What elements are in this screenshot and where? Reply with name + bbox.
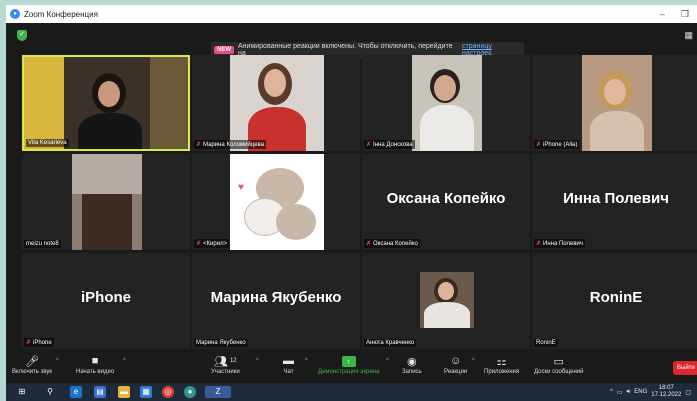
- participant-tile-ronine[interactable]: RoninE RoninE: [532, 253, 697, 349]
- participant-label: RoninE: [534, 339, 558, 347]
- store-icon[interactable]: ▦: [140, 386, 152, 398]
- participant-label: ✗ <Кирил>: [194, 239, 230, 248]
- participant-display-name: Инна Полевич: [563, 190, 669, 207]
- muted-mic-icon: ✗: [536, 241, 542, 247]
- audio-options-caret[interactable]: ^: [56, 358, 59, 364]
- language-indicator[interactable]: ENG: [634, 389, 647, 395]
- participant-tile-inna-d[interactable]: ✗ Інна Донскова: [362, 55, 530, 151]
- participant-tile-inna-p[interactable]: Инна Полевич ✗ Инна Полевич: [532, 154, 697, 250]
- video-off-icon: ■: [91, 355, 99, 367]
- reactions-icon: ☺︎: [449, 355, 462, 367]
- participant-tile-anyuta[interactable]: Анюта Кравченко: [362, 253, 530, 349]
- edge-browser-icon[interactable]: e: [70, 386, 82, 398]
- participant-label: ✗ iPhone: [24, 338, 54, 347]
- reactions-caret[interactable]: ^: [472, 358, 475, 364]
- meeting-toolbar: 🎤︎ Включить звук ^ ■ Начать видео ^ 👥︎ 12…: [6, 350, 697, 383]
- participant-tile-marina-k[interactable]: ✗ Марина Коломийцева: [192, 55, 360, 151]
- notifications-icon[interactable]: ▢: [685, 389, 691, 396]
- participant-tile-meizu[interactable]: meizu note8: [22, 154, 190, 250]
- participant-tile-vita[interactable]: Vita Kesarieva: [22, 55, 190, 151]
- gallery-view-icon[interactable]: ▦: [684, 30, 693, 41]
- zoom-logo-icon: ●: [10, 9, 20, 19]
- reactions-button[interactable]: ☺︎ Реакции: [444, 353, 467, 375]
- participant-tile-iphone-alla[interactable]: ✗ iPhone (Alla): [532, 55, 697, 151]
- zoom-taskbar-icon[interactable]: Z: [205, 386, 231, 398]
- unmute-button[interactable]: 🎤︎ Включить звук: [12, 353, 52, 376]
- participant-label: meizu note8: [24, 240, 61, 248]
- participants-button[interactable]: 👥︎ 12 Участники: [211, 353, 240, 376]
- participant-label: ✗ Інна Донскова: [364, 140, 415, 149]
- whiteboard-button[interactable]: ▭ Доски сообщений: [534, 353, 584, 376]
- tray-arrow-icon[interactable]: ^: [610, 389, 613, 395]
- chat-button[interactable]: ▬ Чат: [283, 353, 294, 375]
- participant-label: Vita Kesarieva: [26, 139, 69, 147]
- participant-label: ✗ Инна Полевич: [534, 239, 585, 248]
- participant-label: ✗ iPhone (Alla): [534, 140, 580, 149]
- participants-icon: 👥︎ 12: [214, 355, 237, 368]
- video-options-caret[interactable]: ^: [123, 358, 126, 364]
- end-meeting-button[interactable]: Выйти: [673, 361, 697, 375]
- muted-mic-icon: ✗: [196, 142, 202, 148]
- share-caret[interactable]: ^: [386, 358, 389, 364]
- participant-display-name: Марина Якубенко: [210, 289, 342, 306]
- search-icon[interactable]: ⚲: [44, 386, 56, 398]
- share-screen-button[interactable]: ↑ Демонстрация экрана: [318, 353, 379, 375]
- volume-icon[interactable]: 🔊︎: [627, 389, 631, 396]
- muted-microphone-icon: 🎤︎: [25, 355, 39, 368]
- title-bar: ● Zoom Конференция – ❐: [6, 5, 697, 23]
- participant-label: ✗ Оксана Копейко: [364, 239, 420, 248]
- whiteboard-icon: ▭: [553, 355, 564, 368]
- muted-mic-icon: ✗: [536, 142, 542, 148]
- start-video-button[interactable]: ■ Начать видео: [76, 353, 114, 375]
- zoom-window: ● Zoom Конференция – ❐ ✓ NEW Анимированн…: [6, 5, 697, 401]
- participant-label: Анюта Кравченко: [364, 339, 417, 347]
- muted-mic-icon: ✗: [26, 340, 32, 346]
- muted-mic-icon: ✗: [196, 241, 202, 247]
- new-badge: NEW: [214, 46, 234, 54]
- participant-label: Марина Якубенко: [194, 339, 248, 347]
- chat-caret[interactable]: ^: [305, 358, 308, 364]
- network-icon[interactable]: ▭: [617, 389, 623, 396]
- muted-mic-icon: ✗: [366, 142, 372, 148]
- participant-display-name: iPhone: [80, 289, 131, 306]
- windows-taskbar: ⊞ ⚲ e ▤ ▬ ▦ ◎ ● Z ^ ▭ 🔊︎ ENG 18:07 17.12…: [6, 383, 697, 401]
- record-button[interactable]: ◉ Запись: [402, 353, 422, 376]
- windows-start-icon[interactable]: ⊞: [16, 386, 28, 398]
- chat-icon: ▬: [283, 355, 294, 367]
- participant-label: ✗ Марина Коломийцева: [194, 140, 267, 149]
- system-tray: ^ ▭ 🔊︎ ENG 18:07 17.12.2022 ▢: [610, 385, 691, 399]
- task-view-icon[interactable]: ▤: [94, 386, 106, 398]
- participant-tile-oksana[interactable]: Оксана Копейко ✗ Оксана Копейко: [362, 154, 530, 250]
- chrome-icon[interactable]: ◎: [162, 386, 174, 398]
- app-icon[interactable]: ●: [184, 386, 196, 398]
- clock[interactable]: 18:07 17.12.2022: [651, 385, 681, 399]
- window-title: Zoom Конференция: [24, 9, 98, 19]
- meeting-top-bar: ✓ NEW Анимированные реакции включены. Чт…: [6, 23, 697, 58]
- record-icon: ◉: [407, 355, 417, 368]
- participant-tile-kirill[interactable]: ♥ ✗ <Кирил>: [192, 154, 360, 250]
- participant-display-name: RoninE: [589, 289, 643, 306]
- encryption-shield-icon[interactable]: ✓: [17, 30, 27, 41]
- muted-mic-icon: ✗: [366, 241, 372, 247]
- share-screen-icon: ↑: [341, 355, 356, 367]
- apps-icon: ⚏: [496, 355, 507, 368]
- participants-caret[interactable]: ^: [256, 358, 259, 364]
- participant-tile-iphone[interactable]: iPhone ✗ iPhone: [22, 253, 190, 349]
- apps-button[interactable]: ⚏ Приложения: [484, 353, 519, 376]
- participant-display-name: Оксана Копейко: [386, 190, 506, 207]
- participant-tile-marina-ya[interactable]: Марина Якубенко Марина Якубенко: [192, 253, 360, 349]
- file-explorer-icon[interactable]: ▬: [118, 386, 130, 398]
- restore-button[interactable]: ❐: [681, 9, 689, 20]
- minimize-button[interactable]: –: [660, 9, 665, 19]
